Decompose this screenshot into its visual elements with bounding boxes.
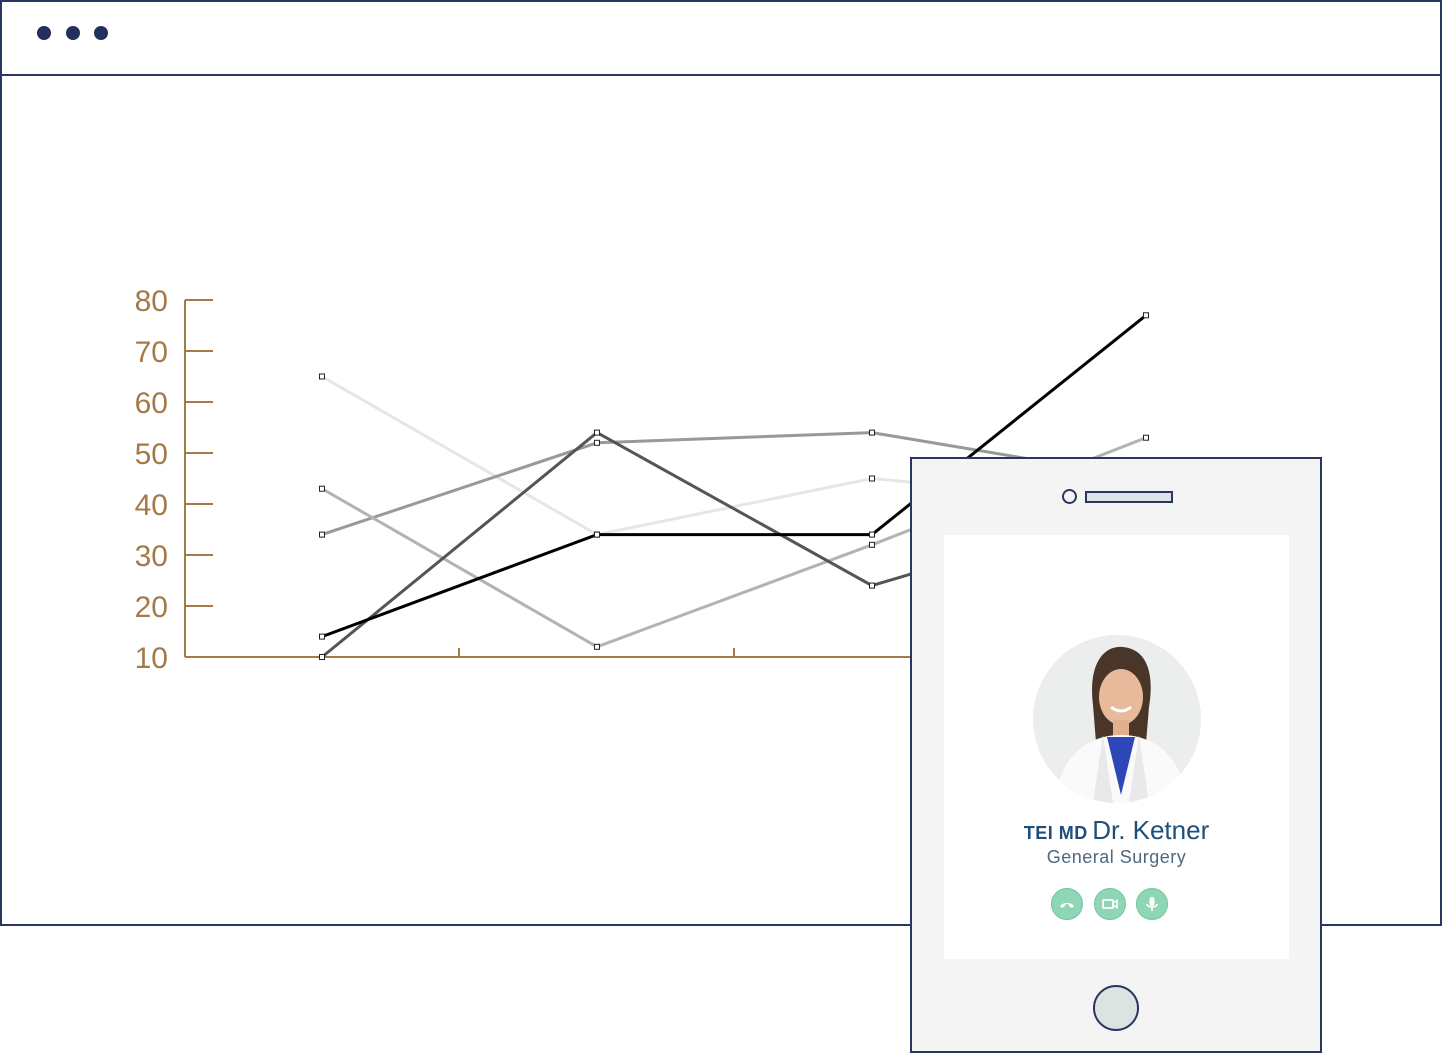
series-point (869, 541, 875, 548)
series-point (594, 439, 600, 446)
phone-screen: TEI MD Dr. Ketner General Surgery (944, 535, 1289, 959)
series-point (869, 429, 875, 436)
microphone-button[interactable] (1136, 888, 1168, 920)
series-point (594, 531, 600, 538)
y-tick-label: 20 (135, 591, 168, 624)
doctor-name-line: TEI MD Dr. Ketner (944, 815, 1289, 846)
y-tick-label: 70 (135, 336, 168, 369)
microphone-icon (1146, 897, 1158, 911)
video-camera-icon (1102, 899, 1118, 909)
y-tick-label: 30 (135, 540, 168, 573)
series-point (869, 582, 875, 589)
phone-speaker (1085, 491, 1173, 503)
y-tick-label: 50 (135, 438, 168, 471)
series-point (319, 531, 325, 538)
y-tick-label: 80 (135, 285, 168, 318)
video-button[interactable] (1094, 888, 1126, 920)
brand-label: TEI MD (1023, 823, 1088, 843)
series-point (1143, 312, 1149, 319)
phone-camera (1062, 489, 1077, 504)
chart-tick-labels: 80 70 60 50 40 30 20 10 (135, 285, 168, 675)
phone-hangup-icon (1060, 903, 1074, 908)
series-point (319, 485, 325, 492)
y-tick-label: 40 (135, 489, 168, 522)
series-point (869, 531, 875, 538)
series-point (319, 633, 325, 640)
hangup-button[interactable] (1051, 888, 1083, 920)
series-point (1143, 434, 1149, 441)
y-tick-label: 60 (135, 387, 168, 420)
y-tick-label: 10 (135, 642, 168, 675)
doctor-specialty: General Surgery (1046, 847, 1187, 867)
series-point (869, 475, 875, 482)
doctor-avatar (1033, 635, 1201, 803)
doctor-name: Dr. Ketner (1092, 815, 1210, 845)
phone-device: TEI MD Dr. Ketner General Surgery (910, 457, 1322, 1053)
series-point (319, 654, 325, 660)
series-point (594, 643, 600, 650)
doctor-portrait-icon (1033, 635, 1201, 803)
series-point (594, 429, 600, 436)
series-point (319, 373, 325, 380)
home-button[interactable] (1093, 985, 1139, 1031)
